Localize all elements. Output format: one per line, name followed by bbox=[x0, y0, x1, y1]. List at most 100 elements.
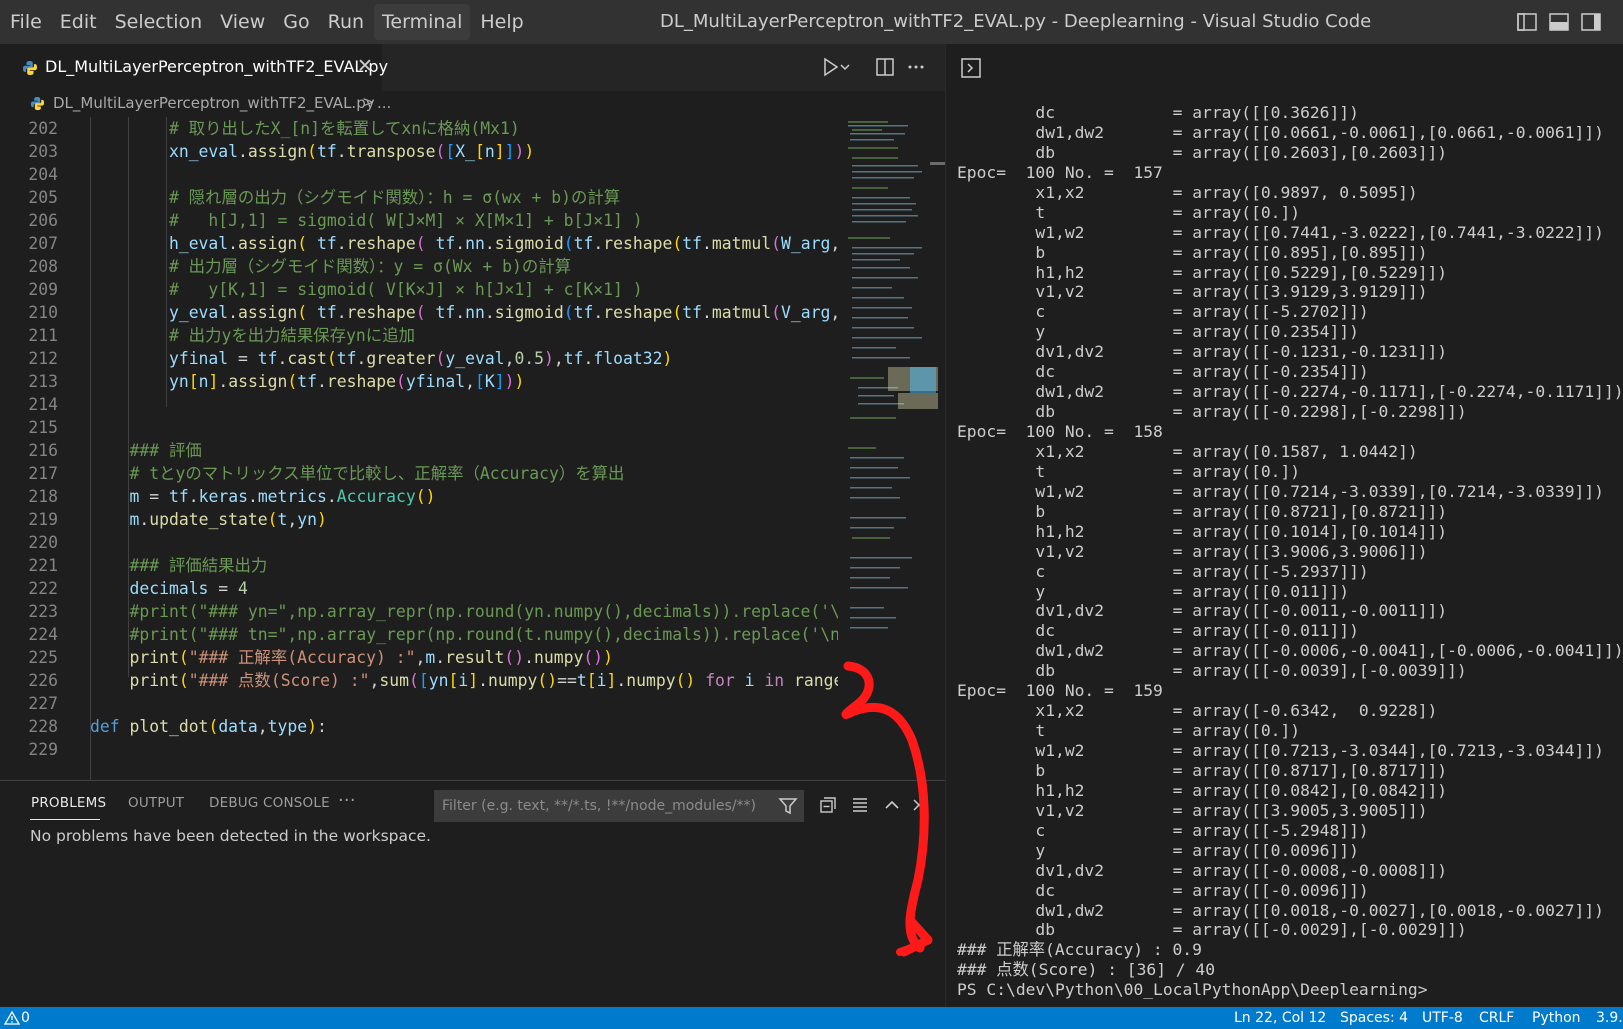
menu-view[interactable]: View bbox=[212, 4, 273, 40]
terminal-line: v1,v2 = array([[3.9006,3.9006]]) bbox=[957, 541, 1428, 561]
tab-problems[interactable]: PROBLEMS bbox=[31, 795, 106, 811]
terminal-toggle-icon[interactable] bbox=[959, 56, 983, 80]
line-number: 223 bbox=[28, 602, 58, 621]
code-line: 224 #print("### tn=",np.array_repr(np.ro… bbox=[0, 623, 838, 646]
close-panel-icon[interactable] bbox=[912, 795, 926, 815]
tab-debug-console[interactable]: DEBUG CONSOLE bbox=[209, 795, 330, 811]
terminal-line: y = array([[0.0096]]) bbox=[957, 840, 1359, 860]
code-line: 218 m = tf.keras.metrics.Accuracy() bbox=[0, 485, 838, 508]
menu-terminal[interactable]: Terminal bbox=[374, 4, 471, 40]
menu-selection[interactable]: Selection bbox=[107, 4, 211, 40]
code-line: 227 bbox=[0, 692, 838, 715]
code-line: 212 yfinal = tf.cast(tf.greater(y_eval,0… bbox=[0, 347, 838, 370]
breadcrumb: DL_MultiLayerPerceptron_withTF2_EVAL.py … bbox=[0, 91, 945, 117]
terminal-line: db = array([[-0.2298],[-0.2298]]) bbox=[957, 402, 1467, 422]
problems-count[interactable]: 0 bbox=[21, 1009, 30, 1027]
terminal-line: dw1,dw2 = array([[0.0661,-0.0061],[0.066… bbox=[957, 122, 1604, 142]
code-line: 203 xn_eval.assign(tf.transpose([X_[n]])… bbox=[0, 140, 838, 163]
menu-file[interactable]: File bbox=[2, 4, 50, 40]
terminal-line: h1,h2 = array([[0.1014],[0.1014]]) bbox=[957, 521, 1448, 541]
terminal-line: b = array([[0.895],[0.895]]) bbox=[957, 242, 1428, 262]
terminal-line: t = array([0.]) bbox=[957, 721, 1301, 741]
terminal-line: v1,v2 = array([[3.9129,3.9129]]) bbox=[957, 282, 1428, 302]
chevron-down-icon[interactable] bbox=[838, 56, 852, 78]
breadcrumb-file[interactable]: DL_MultiLayerPerceptron_withTF2_EVAL.py bbox=[53, 94, 375, 112]
line-number: 222 bbox=[28, 579, 58, 598]
breadcrumb-symbols[interactable]: ... bbox=[377, 94, 391, 112]
terminal-line: dc = array([[-0.011]]) bbox=[957, 621, 1359, 641]
line-number: 204 bbox=[28, 165, 58, 184]
terminal-line: dc = array([[-0.0096]]) bbox=[957, 880, 1369, 900]
list-view-icon[interactable] bbox=[850, 795, 870, 815]
tab-output[interactable]: OUTPUT bbox=[128, 795, 184, 811]
scrollbar-thumb[interactable] bbox=[930, 162, 945, 165]
menu-go[interactable]: Go bbox=[275, 4, 317, 40]
line-number: 203 bbox=[28, 142, 58, 161]
terminal-line: dv1,dv2 = array([[-0.0008,-0.0008]]) bbox=[957, 860, 1448, 880]
line-number: 218 bbox=[28, 487, 58, 506]
line-number: 205 bbox=[28, 188, 58, 207]
menu-help[interactable]: Help bbox=[472, 4, 531, 40]
more-actions-icon[interactable] bbox=[905, 56, 927, 78]
code-editor[interactable]: 202 # 取り出したX_[n]を転置してxnに格納(Mx1) 203 xn_e… bbox=[0, 117, 838, 780]
terminal-line: t = array([0.]) bbox=[957, 461, 1301, 481]
terminal-line: h1,h2 = array([[0.5229],[0.5229]]) bbox=[957, 262, 1448, 282]
python-version[interactable]: 3.9. bbox=[1596, 1009, 1623, 1027]
code-line: 205 # 隠れ層の出力（シグモイド関数）：h = σ(wx + b)の計算 bbox=[0, 186, 838, 209]
python-file-icon bbox=[30, 96, 45, 111]
breadcrumb-separator: > bbox=[362, 93, 375, 111]
terminal-line: c = array([[-5.2702]]) bbox=[957, 302, 1369, 322]
line-number: 216 bbox=[28, 441, 58, 460]
editor-tab[interactable]: DL_MultiLayerPerceptron_withTF2_EVAL.py … bbox=[0, 44, 388, 91]
code-line: 223 #print("### yn=",np.array_repr(np.ro… bbox=[0, 600, 838, 623]
line-number: 214 bbox=[28, 395, 58, 414]
terminal-line: Epoc= 100 No. = 159 bbox=[957, 681, 1163, 701]
line-number: 226 bbox=[28, 671, 58, 690]
code-line: 209 # y[K,1] = sigmoid( V[K×J] × h[J×1] … bbox=[0, 278, 838, 301]
menu-run[interactable]: Run bbox=[320, 4, 372, 40]
layout-panel-icon[interactable] bbox=[1548, 11, 1570, 33]
terminal-line: c = array([[-5.2948]]) bbox=[957, 820, 1369, 840]
terminal-line: Epoc= 100 No. = 158 bbox=[957, 422, 1163, 441]
line-ending[interactable]: CRLF bbox=[1479, 1009, 1514, 1027]
panel-more-button[interactable]: ··· bbox=[338, 790, 356, 811]
encoding[interactable]: UTF-8 bbox=[1422, 1009, 1463, 1027]
close-icon[interactable]: ✕ bbox=[357, 55, 373, 77]
minimap[interactable] bbox=[838, 117, 945, 780]
terminal-line: dw1,dw2 = array([[0.0018,-0.0027],[0.001… bbox=[957, 900, 1604, 920]
cursor-position[interactable]: Ln 22, Col 12 bbox=[1234, 1009, 1326, 1027]
code-line: 208 # 出力層（シグモイド関数）：y = σ(Wx + b)の計算 bbox=[0, 255, 838, 278]
language-mode[interactable]: Python bbox=[1532, 1009, 1581, 1027]
menu-edit[interactable]: Edit bbox=[52, 4, 105, 40]
filter-box[interactable] bbox=[434, 790, 804, 822]
layout-sidebar-left-icon[interactable] bbox=[1516, 11, 1538, 33]
layout-sidebar-right-icon[interactable] bbox=[1580, 11, 1602, 33]
collapse-all-icon[interactable] bbox=[818, 795, 838, 815]
chevron-up-icon[interactable] bbox=[882, 795, 902, 815]
line-number: 212 bbox=[28, 349, 58, 368]
split-editor-icon[interactable] bbox=[874, 56, 896, 78]
code-line: 217 # tとyのマトリックス単位で比較し、正解率（Accuracy）を算出 bbox=[0, 462, 838, 485]
terminal-line: dc = array([[0.3626]]) bbox=[957, 103, 1359, 122]
line-number: 219 bbox=[28, 510, 58, 529]
terminal-line: db = array([[-0.0039],[-0.0039]]) bbox=[957, 661, 1467, 681]
code-line: 229 bbox=[0, 738, 838, 761]
code-line: 220 bbox=[0, 531, 838, 554]
code-line: 225 print("### 正解率(Accuracy) :",m.result… bbox=[0, 646, 838, 669]
terminal-line: v1,v2 = array([[3.9005,3.9005]]) bbox=[957, 800, 1428, 820]
filter-icon[interactable] bbox=[778, 796, 798, 816]
terminal-line: PS C:\dev\Python\00_LocalPythonApp\Deepl… bbox=[957, 980, 1428, 1000]
line-number: 227 bbox=[28, 694, 58, 713]
code-line: 216 ### 評価 bbox=[0, 439, 838, 462]
terminal-line: dv1,dv2 = array([[-0.0011,-0.0011]]) bbox=[957, 601, 1448, 621]
filter-input[interactable] bbox=[434, 790, 764, 822]
terminal-line: x1,x2 = array([0.1587, 1.0442]) bbox=[957, 441, 1418, 461]
window-title: DL_MultiLayerPerceptron_withTF2_EVAL.py … bbox=[660, 11, 1372, 32]
indentation[interactable]: Spaces: 4 bbox=[1340, 1009, 1408, 1027]
terminal-line: c = array([[-5.2937]]) bbox=[957, 561, 1369, 581]
line-number: 228 bbox=[28, 717, 58, 736]
warning-icon[interactable] bbox=[4, 1010, 20, 1026]
terminal-panel[interactable]: dc = array([[0.3626]]) dw1,dw2 = array([… bbox=[945, 44, 1623, 1007]
menu-bar: File Edit Selection View Go Run Terminal… bbox=[0, 0, 534, 44]
python-file-icon bbox=[23, 61, 37, 75]
